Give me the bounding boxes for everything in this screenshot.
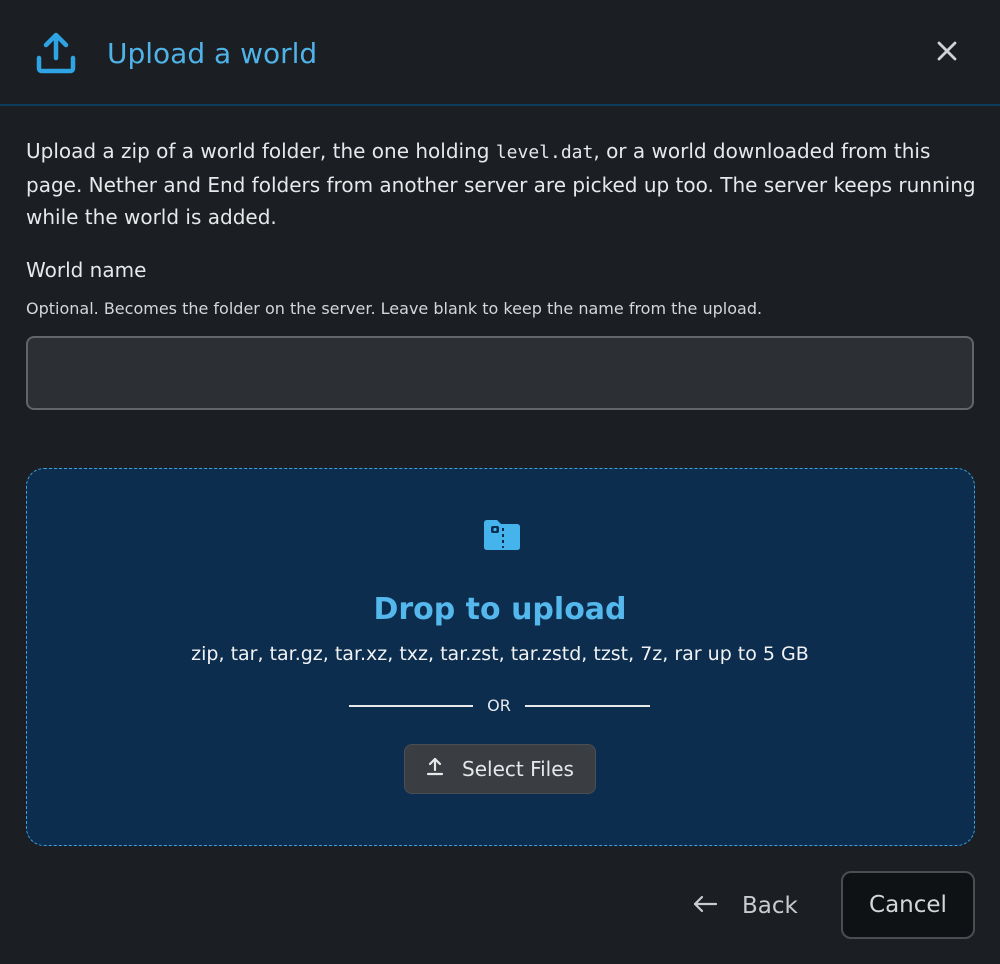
upload-dropzone[interactable]: Drop to upload zip, tar, tar.gz, tar.xz,… xyxy=(26,468,975,846)
file-zip-icon xyxy=(482,518,522,552)
world-name-help: Optional. Becomes the folder on the serv… xyxy=(26,299,763,318)
back-label: Back xyxy=(742,893,798,919)
divider-or-label: OR xyxy=(487,696,511,715)
dropzone-formats: zip, tar, tar.gz, tar.xz, txz, tar.zst, … xyxy=(191,643,809,665)
cancel-label: Cancel xyxy=(869,892,947,918)
back-button[interactable]: Back xyxy=(692,880,808,932)
dropzone-title: Drop to upload xyxy=(373,592,627,627)
divider-left xyxy=(349,705,473,707)
dialog-title: Upload a world xyxy=(107,37,318,70)
upload-world-dialog: Upload a world Upload a zip of a world f… xyxy=(0,0,1000,964)
arrow-left-icon xyxy=(692,894,718,918)
world-name-input[interactable] xyxy=(26,336,974,410)
upload-icon xyxy=(426,757,444,781)
divider-right xyxy=(525,705,650,707)
level-dat-code: level.dat xyxy=(495,142,594,163)
intro-text-before: Upload a zip of a world folder, the one … xyxy=(26,139,496,163)
close-icon xyxy=(936,40,958,66)
dialog-header: Upload a world xyxy=(0,0,1000,106)
cancel-button[interactable]: Cancel xyxy=(841,871,975,939)
close-button[interactable] xyxy=(930,36,964,70)
select-files-label: Select Files xyxy=(462,757,574,781)
world-name-label: World name xyxy=(26,258,147,282)
intro-text: Upload a zip of a world folder, the one … xyxy=(26,135,976,233)
upload-arrow-icon xyxy=(36,32,76,74)
select-files-button[interactable]: Select Files xyxy=(404,744,596,794)
